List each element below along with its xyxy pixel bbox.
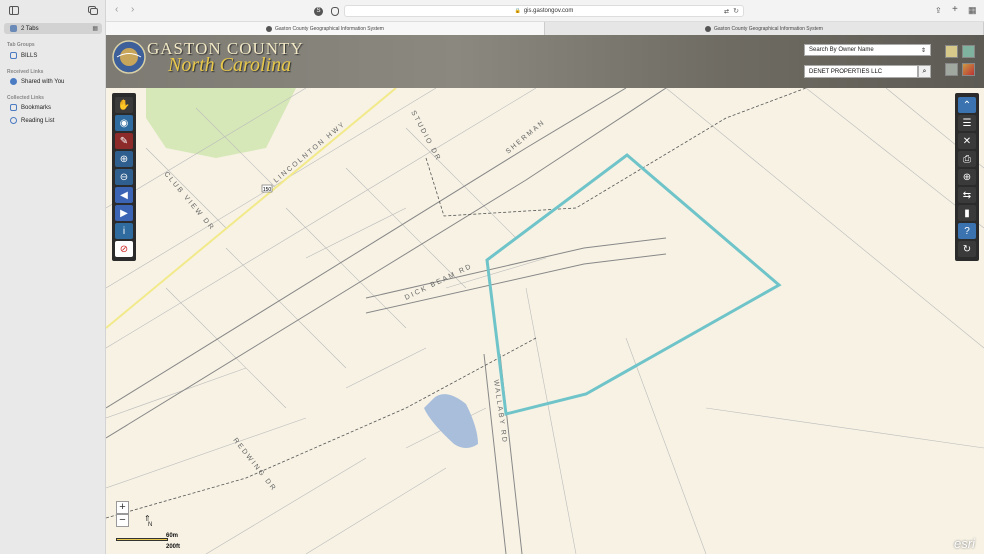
- previous-extent-icon[interactable]: ◀: [115, 187, 133, 203]
- sidebar-item-label: Reading List: [21, 117, 55, 124]
- tab-gis-1[interactable]: Gaston County Geographical Information S…: [106, 22, 545, 35]
- sidebar-item-label: Shared with You: [21, 78, 65, 85]
- directions-icon[interactable]: ⇆: [958, 187, 976, 203]
- scale-bottom-label: 200ft: [166, 544, 181, 550]
- privacy-shield-icon[interactable]: [331, 7, 339, 16]
- select-arrows-icon: ⇕: [920, 48, 926, 54]
- sidebar-toggle-icon[interactable]: [9, 6, 19, 15]
- north-label: N: [148, 522, 153, 528]
- url-text: gis.gastongov.com: [523, 8, 574, 14]
- sidebar-item-tabs[interactable]: 2 Tabs ▦: [4, 23, 102, 34]
- help-icon[interactable]: ?: [958, 223, 976, 239]
- reading-list-icon: [10, 117, 17, 124]
- info-icon[interactable]: i: [115, 223, 133, 239]
- tab-label: Gaston County Geographical Information S…: [714, 25, 823, 32]
- tab-bar: Gaston County Geographical Information S…: [106, 22, 984, 35]
- monitor-icon: [10, 25, 17, 32]
- address-bar[interactable]: 🔒 gis.gastongov.com ⇄ ↻: [344, 5, 744, 17]
- sidebar-item-reading-list[interactable]: Reading List: [4, 115, 102, 126]
- lock-icon: 🔒: [514, 8, 521, 14]
- section-heading: Collected Links: [7, 95, 44, 101]
- clear-icon[interactable]: ⊘: [115, 241, 133, 257]
- tab-overview-icon[interactable]: ▦: [968, 5, 977, 16]
- pan-icon[interactable]: ✋: [115, 97, 133, 113]
- sidebar-item-label: Bookmarks: [21, 104, 52, 111]
- sidebar-item-shared[interactable]: Shared with You: [4, 76, 102, 87]
- bookmark-icon: [10, 104, 17, 111]
- basemap-aerial-icon[interactable]: [945, 63, 958, 76]
- favicon-icon: [266, 25, 273, 32]
- zoom-out-button[interactable]: −: [116, 514, 129, 527]
- sidebar-item-label: BILLS: [21, 52, 38, 59]
- back-icon[interactable]: ‹: [115, 4, 118, 15]
- gis-banner: GASTON COUNTY North Carolina Search By O…: [106, 35, 984, 88]
- map-canvas: LINCOLNTON HWY CLUB VIEW DR STUDIO DR SH…: [106, 88, 984, 554]
- shared-icon: [10, 78, 17, 85]
- forward-icon[interactable]: ›: [131, 4, 134, 15]
- layers-icon[interactable]: ☰: [958, 115, 976, 131]
- tab-overview-icon[interactable]: [88, 6, 98, 15]
- favicon-icon: [705, 25, 712, 32]
- basemap-hybrid-icon[interactable]: [962, 63, 975, 76]
- locate-icon[interactable]: ⊕: [958, 169, 976, 185]
- measure-icon[interactable]: ✎: [115, 133, 133, 149]
- banner-subtitle: North Carolina: [168, 54, 292, 76]
- route-shield-label: 150: [263, 187, 272, 193]
- refresh-icon[interactable]: ↻: [958, 241, 976, 257]
- zoom-in-tool-icon[interactable]: ⊕: [115, 151, 133, 167]
- translate-icon[interactable]: ⇄: [724, 8, 729, 15]
- county-seal-logo: [112, 40, 146, 74]
- share-icon[interactable]: ⇪: [935, 6, 942, 15]
- owner-search-input[interactable]: DENET PROPERTIES LLC: [804, 65, 918, 78]
- basemap-topo-icon[interactable]: [962, 45, 975, 58]
- right-toolbar: ⌃ ☰ ✕ ⎙ ⊕ ⇆ ▮ ? ↻: [955, 93, 979, 261]
- sidebar: 2 Tabs ▦ Tab Groups BILLS Received Links…: [0, 0, 106, 554]
- tab-label: Gaston County Geographical Information S…: [275, 25, 384, 32]
- left-toolbar: ✋ ◉ ✎ ⊕ ⊖ ◀ ▶ i ⊘: [112, 93, 136, 261]
- section-heading: Received Links: [7, 69, 44, 75]
- search-mode-select[interactable]: Search By Owner Name ⇕: [804, 44, 931, 56]
- search-mode-value: Search By Owner Name: [809, 47, 874, 53]
- section-heading: Tab Groups: [7, 42, 35, 48]
- next-extent-icon[interactable]: ▶: [115, 205, 133, 221]
- search-button[interactable]: ⌕: [918, 65, 931, 78]
- zoom-in-button[interactable]: +: [116, 501, 129, 514]
- scale-top-label: 60m: [166, 533, 179, 539]
- browser-toolbar: ‹ › S 🔒 gis.gastongov.com ⇄ ↻ ⇪ + ▦: [106, 0, 984, 22]
- tools-icon[interactable]: ✕: [958, 133, 976, 149]
- print-icon[interactable]: ⎙: [958, 151, 976, 167]
- map-view[interactable]: LINCOLNTON HWY CLUB VIEW DR STUDIO DR SH…: [106, 88, 984, 554]
- reload-icon[interactable]: ↻: [733, 7, 739, 15]
- esri-attribution: esri: [954, 536, 975, 551]
- sidebar-header: [0, 0, 105, 22]
- zoom-out-tool-icon[interactable]: ⊖: [115, 169, 133, 185]
- sidebar-item-bills[interactable]: BILLS: [4, 50, 102, 61]
- basemap-street-icon[interactable]: [945, 45, 958, 58]
- bookmark-tool-icon[interactable]: ▮: [958, 205, 976, 221]
- extension-icon[interactable]: S: [314, 7, 323, 16]
- tab-group-icon: [10, 52, 17, 59]
- new-tab-icon[interactable]: +: [952, 4, 958, 15]
- sidebar-item-bookmarks[interactable]: Bookmarks: [4, 102, 102, 113]
- full-extent-icon[interactable]: ⌃: [958, 97, 976, 113]
- scale-bar: [116, 538, 168, 541]
- grid-icon[interactable]: ▦: [92, 25, 98, 32]
- tab-gis-2[interactable]: Gaston County Geographical Information S…: [545, 22, 984, 35]
- sidebar-item-label: 2 Tabs: [21, 25, 39, 32]
- globe-icon[interactable]: ◉: [115, 115, 133, 131]
